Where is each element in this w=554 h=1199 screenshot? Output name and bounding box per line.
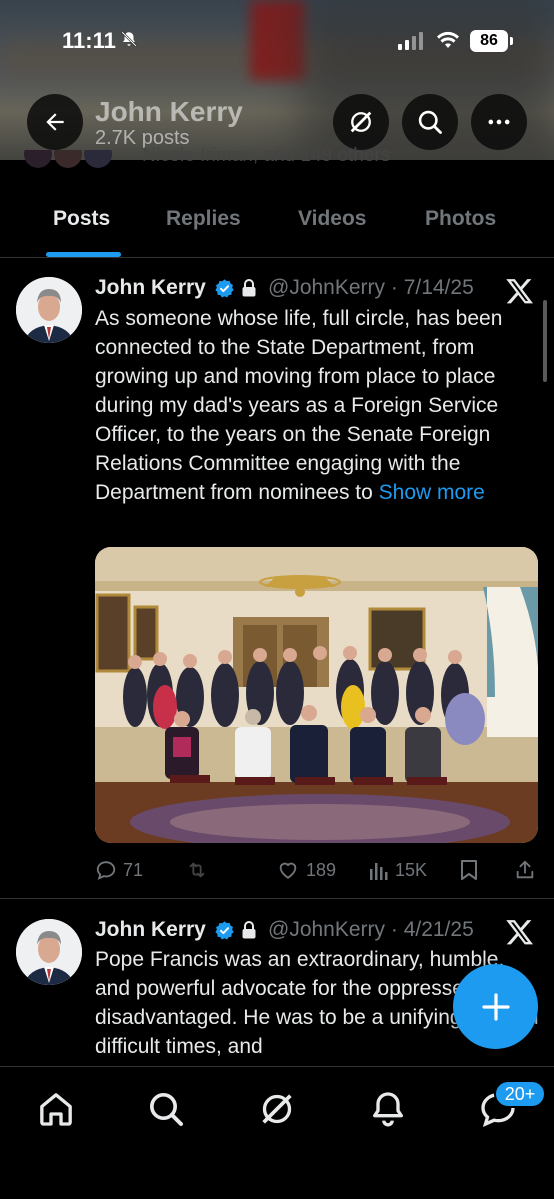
search-button[interactable] bbox=[402, 94, 458, 150]
battery-indicator: 86 bbox=[470, 30, 513, 52]
lock-icon bbox=[242, 279, 256, 297]
more-icon bbox=[488, 119, 510, 125]
author-name[interactable]: John Kerry bbox=[95, 918, 206, 942]
like-count: 189 bbox=[306, 859, 337, 880]
arrow-left-icon bbox=[46, 113, 64, 131]
grok-button[interactable] bbox=[333, 94, 389, 150]
bottom-nav bbox=[0, 1066, 554, 1199]
repost-icon bbox=[189, 862, 205, 878]
x-logo-icon bbox=[506, 920, 533, 945]
tab-replies[interactable]: Replies bbox=[166, 207, 241, 231]
reply-count: 71 bbox=[123, 859, 144, 880]
nav-home[interactable] bbox=[36, 1089, 76, 1129]
repost-button[interactable] bbox=[185, 857, 215, 883]
scroll-indicator[interactable] bbox=[543, 300, 547, 382]
verified-badge-icon bbox=[215, 921, 234, 940]
compose-button[interactable] bbox=[453, 964, 538, 1049]
nav-search[interactable] bbox=[146, 1089, 186, 1129]
tab-photos[interactable]: Photos bbox=[425, 207, 496, 231]
x-logo-icon bbox=[506, 279, 533, 304]
more-button[interactable] bbox=[471, 94, 527, 150]
nav-notifications[interactable] bbox=[368, 1089, 408, 1129]
header-name: John Kerry bbox=[95, 96, 243, 127]
post-body: As someone whose life, full circle, has … bbox=[95, 307, 503, 504]
bell-off-icon bbox=[121, 31, 137, 47]
avatar[interactable] bbox=[16, 919, 82, 985]
profile-tabs: Posts Replies Videos Photos bbox=[0, 160, 554, 258]
heart-icon bbox=[279, 862, 297, 879]
back-button[interactable] bbox=[27, 94, 83, 150]
active-tab-indicator bbox=[46, 252, 121, 257]
bookmark-button[interactable] bbox=[459, 857, 479, 883]
share-icon bbox=[516, 860, 534, 879]
cellular-signal-icon bbox=[398, 32, 423, 50]
views-button[interactable]: 15K bbox=[369, 857, 427, 883]
handle-and-date[interactable]: @JohnKerry · 7/14/25 bbox=[268, 276, 474, 300]
avatar[interactable] bbox=[16, 277, 82, 343]
handle-and-date[interactable]: @JohnKerry · 4/21/25 bbox=[268, 918, 474, 942]
bell-icon bbox=[373, 1092, 403, 1127]
lock-icon bbox=[242, 921, 256, 939]
verified-badge-icon bbox=[215, 279, 234, 298]
grok-icon bbox=[350, 111, 372, 133]
post-text: As someone whose life, full circle, has … bbox=[95, 304, 545, 507]
nav-grok[interactable] bbox=[257, 1089, 297, 1129]
post-photo[interactable] bbox=[95, 547, 538, 843]
bookmark-icon bbox=[461, 860, 477, 880]
tab-posts[interactable]: Posts bbox=[53, 207, 110, 231]
reply-icon bbox=[96, 861, 116, 880]
share-button[interactable] bbox=[514, 857, 536, 883]
tab-videos[interactable]: Videos bbox=[298, 207, 366, 231]
show-more-link[interactable]: Show more bbox=[379, 481, 485, 504]
status-time: 11:11 bbox=[62, 28, 116, 53]
profile-header bbox=[0, 0, 554, 160]
author-name[interactable]: John Kerry bbox=[95, 276, 206, 300]
wifi-icon bbox=[437, 31, 459, 48]
home-icon bbox=[40, 1093, 72, 1126]
post[interactable]: John Kerry @JohnKerry · 7/14/25 As someo… bbox=[0, 259, 554, 899]
search-icon bbox=[150, 1093, 183, 1126]
messages-badge: 20+ bbox=[494, 1080, 546, 1108]
post-actions: 71 189 15K bbox=[95, 857, 540, 887]
search-icon bbox=[418, 110, 442, 134]
plus-icon bbox=[481, 992, 510, 1021]
grok-icon bbox=[262, 1094, 292, 1124]
reply-button[interactable]: 71 bbox=[95, 857, 143, 883]
like-button[interactable]: 189 bbox=[276, 857, 336, 883]
views-icon bbox=[370, 863, 388, 880]
views-count: 15K bbox=[395, 859, 428, 880]
